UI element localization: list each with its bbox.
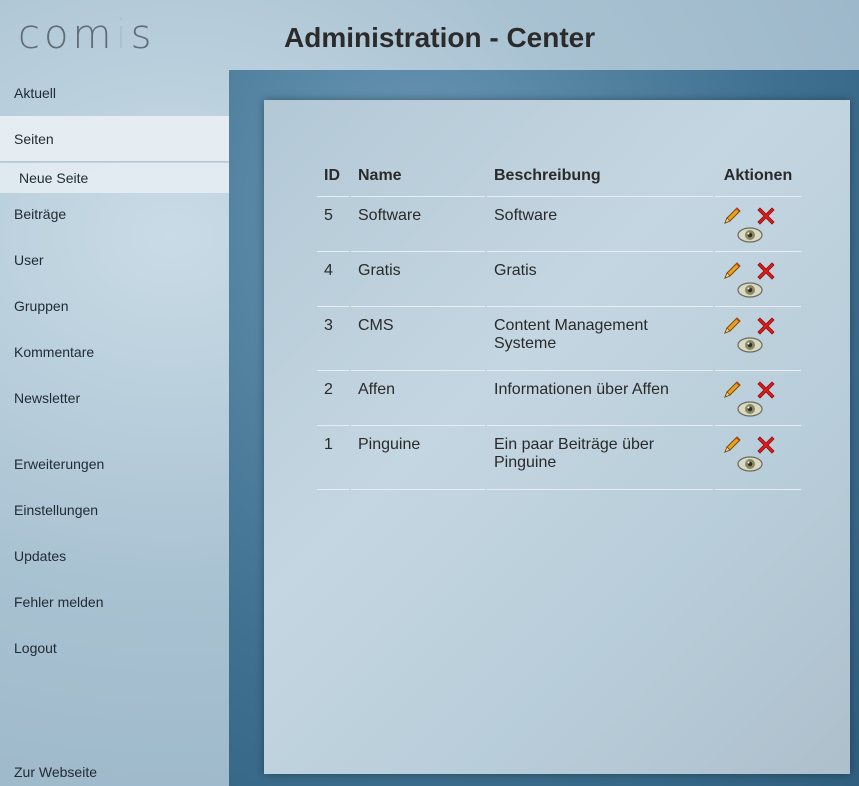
sidebar-item-newsletter[interactable]: Newsletter — [0, 375, 229, 421]
sidebar-item-fehler-melden[interactable]: Fehler melden — [0, 579, 229, 625]
sidebar-item-kommentare[interactable]: Kommentare — [0, 329, 229, 375]
row-actions — [722, 317, 782, 357]
cell-name: Pinguine — [351, 426, 485, 490]
cell-name: CMS — [351, 307, 485, 371]
row-actions — [722, 262, 782, 302]
pencil-icon[interactable] — [722, 316, 742, 336]
table-row: 5 Software Software — [317, 197, 801, 252]
pencil-icon[interactable] — [722, 435, 742, 455]
sidebar-subitem-neue-seite[interactable]: Neue Seite — [0, 163, 229, 193]
sidebar-item-gruppen[interactable]: Gruppen — [0, 283, 229, 329]
eye-icon[interactable] — [737, 336, 763, 354]
pencil-icon[interactable] — [722, 380, 742, 400]
cell-id: 5 — [317, 197, 349, 252]
sidebar-item-erweiterungen[interactable]: Erweiterungen — [0, 441, 229, 487]
table-row: 3 CMS Content Management Systeme — [317, 307, 801, 371]
cell-beschreibung: Informationen über Affen — [487, 371, 713, 426]
pencil-icon[interactable] — [722, 261, 742, 281]
eye-icon[interactable] — [737, 281, 763, 299]
column-header-id: ID — [317, 156, 349, 197]
cell-id: 3 — [317, 307, 349, 371]
column-header-beschreibung: Beschreibung — [487, 156, 713, 197]
row-actions — [722, 381, 782, 421]
delete-x-icon[interactable] — [756, 261, 776, 281]
eye-icon[interactable] — [737, 400, 763, 418]
pencil-icon[interactable] — [722, 206, 742, 226]
sidebar: Aktuell Seiten Neue Seite Beiträge User … — [0, 70, 229, 786]
zur-webseite-link[interactable]: Zur Webseite — [14, 764, 97, 780]
cell-aktionen — [715, 426, 801, 490]
sidebar-item-user[interactable]: User — [0, 237, 229, 283]
cell-aktionen — [715, 197, 801, 252]
table-header-row: ID Name Beschreibung Aktionen — [317, 156, 801, 197]
cell-name: Gratis — [351, 252, 485, 307]
sidebar-item-einstellungen[interactable]: Einstellungen — [0, 487, 229, 533]
content-panel: ID Name Beschreibung Aktionen 5 Software S… — [264, 100, 850, 774]
pages-table: ID Name Beschreibung Aktionen 5 Software S… — [315, 156, 803, 490]
page-title: Administration - Center — [284, 22, 596, 53]
delete-x-icon[interactable] — [756, 316, 776, 336]
table-row: 2 Affen Informationen über Affen — [317, 371, 801, 426]
sidebar-item-seiten[interactable]: Seiten — [0, 116, 229, 162]
delete-x-icon[interactable] — [756, 206, 776, 226]
cell-aktionen — [715, 252, 801, 307]
comis-logo: comis — [18, 12, 156, 58]
column-header-name: Name — [351, 156, 485, 197]
cell-id: 2 — [317, 371, 349, 426]
delete-x-icon[interactable] — [756, 380, 776, 400]
cell-beschreibung: Ein paar Beiträge über Pinguine — [487, 426, 713, 490]
sidebar-item-logout[interactable]: Logout — [0, 625, 229, 671]
cell-name: Software — [351, 197, 485, 252]
column-header-aktionen: Aktionen — [715, 156, 801, 197]
cell-id: 1 — [317, 426, 349, 490]
eye-icon[interactable] — [737, 455, 763, 473]
sidebar-item-beitraege[interactable]: Beiträge — [0, 191, 229, 237]
sidebar-item-aktuell[interactable]: Aktuell — [0, 70, 229, 116]
cell-id: 4 — [317, 252, 349, 307]
content-frame: ID Name Beschreibung Aktionen 5 Software S… — [229, 70, 859, 786]
eye-icon[interactable] — [737, 226, 763, 244]
table-row: 4 Gratis Gratis — [317, 252, 801, 307]
cell-beschreibung: Software — [487, 197, 713, 252]
cell-name: Affen — [351, 371, 485, 426]
cell-aktionen — [715, 307, 801, 371]
row-actions — [722, 207, 782, 247]
sidebar-item-updates[interactable]: Updates — [0, 533, 229, 579]
cell-beschreibung: Content Management Systeme — [487, 307, 713, 371]
table-row: 1 Pinguine Ein paar Beiträge über Pinguine — [317, 426, 801, 490]
cell-aktionen — [715, 371, 801, 426]
row-actions — [722, 436, 782, 476]
delete-x-icon[interactable] — [756, 435, 776, 455]
cell-beschreibung: Gratis — [487, 252, 713, 307]
